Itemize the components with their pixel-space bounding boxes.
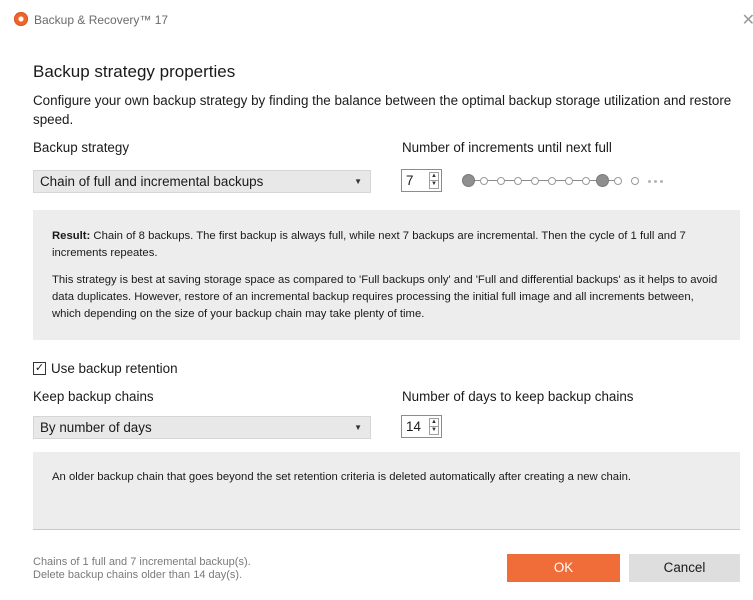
result-text: Chain of 8 backups. The first backup is … [52,230,686,259]
result-panel: Result: Chain of 8 backups. The first ba… [33,210,740,340]
ok-button[interactable]: OK [507,554,620,582]
close-icon[interactable]: ✕ [742,10,753,30]
use-retention-label[interactable]: Use backup retention [51,361,178,376]
page-description: Configure your own backup strategy by fi… [33,93,732,127]
keep-chains-value: By number of days [40,420,152,435]
continuation-dot [654,180,657,183]
increments-value: 7 [406,173,414,188]
incremental-backup-dot [631,177,639,185]
incremental-backup-dot [582,177,590,185]
incremental-backup-dot [531,177,539,185]
incremental-backup-dot [514,177,522,185]
dropdown-arrow-icon: ▼ [354,423,362,432]
full-backup-dot [596,174,609,187]
backup-strategy-label: Backup strategy [33,140,130,155]
result-summary: Result: Chain of 8 backups. The first ba… [52,228,722,262]
title-bar: Backup & Recovery™ 17 ✕ [0,0,753,40]
spin-buttons[interactable]: ▲ ▼ [429,172,439,189]
incremental-backup-dot [614,177,622,185]
spin-up-icon[interactable]: ▲ [430,173,438,181]
days-stepper[interactable]: 14 ▲ ▼ [401,415,442,438]
backup-chain-visual [462,174,682,188]
spin-buttons[interactable]: ▲ ▼ [429,418,439,435]
app-logo-icon [14,12,28,26]
keep-chains-select[interactable]: By number of days ▼ [33,416,371,439]
spin-down-icon[interactable]: ▼ [430,181,438,188]
incremental-backup-dot [497,177,505,185]
incremental-backup-dot [565,177,573,185]
backup-strategy-value: Chain of full and incremental backups [40,174,264,189]
cancel-button[interactable]: Cancel [629,554,740,582]
incremental-backup-dot [480,177,488,185]
keep-chains-label: Keep backup chains [33,389,154,404]
continuation-dot [660,180,663,183]
retention-info-panel: An older backup chain that goes beyond t… [33,452,740,529]
page-title: Backup strategy properties [33,62,236,81]
footer-divider [33,529,740,530]
window-title: Backup & Recovery™ 17 [34,13,169,27]
increments-label: Number of increments until next full [402,140,612,155]
increments-stepper[interactable]: 7 ▲ ▼ [401,169,442,192]
spin-up-icon[interactable]: ▲ [430,419,438,427]
backup-strategy-select[interactable]: Chain of full and incremental backups ▼ [33,170,371,193]
continuation-dot [648,180,651,183]
use-retention-checkbox[interactable]: ✓ [33,362,46,375]
spin-down-icon[interactable]: ▼ [430,427,438,434]
incremental-backup-dot [548,177,556,185]
dropdown-arrow-icon: ▼ [354,177,362,186]
days-value: 14 [406,419,421,434]
days-to-keep-label: Number of days to keep backup chains [402,389,634,404]
strategy-explanation: This strategy is best at saving storage … [52,274,718,320]
retention-info-text: An older backup chain that goes beyond t… [52,471,631,483]
summary-line-2: Delete backup chains older than 14 day(s… [33,569,243,581]
result-label: Result: [52,230,91,242]
full-backup-dot [462,174,475,187]
summary-line-1: Chains of 1 full and 7 incremental backu… [33,556,251,568]
